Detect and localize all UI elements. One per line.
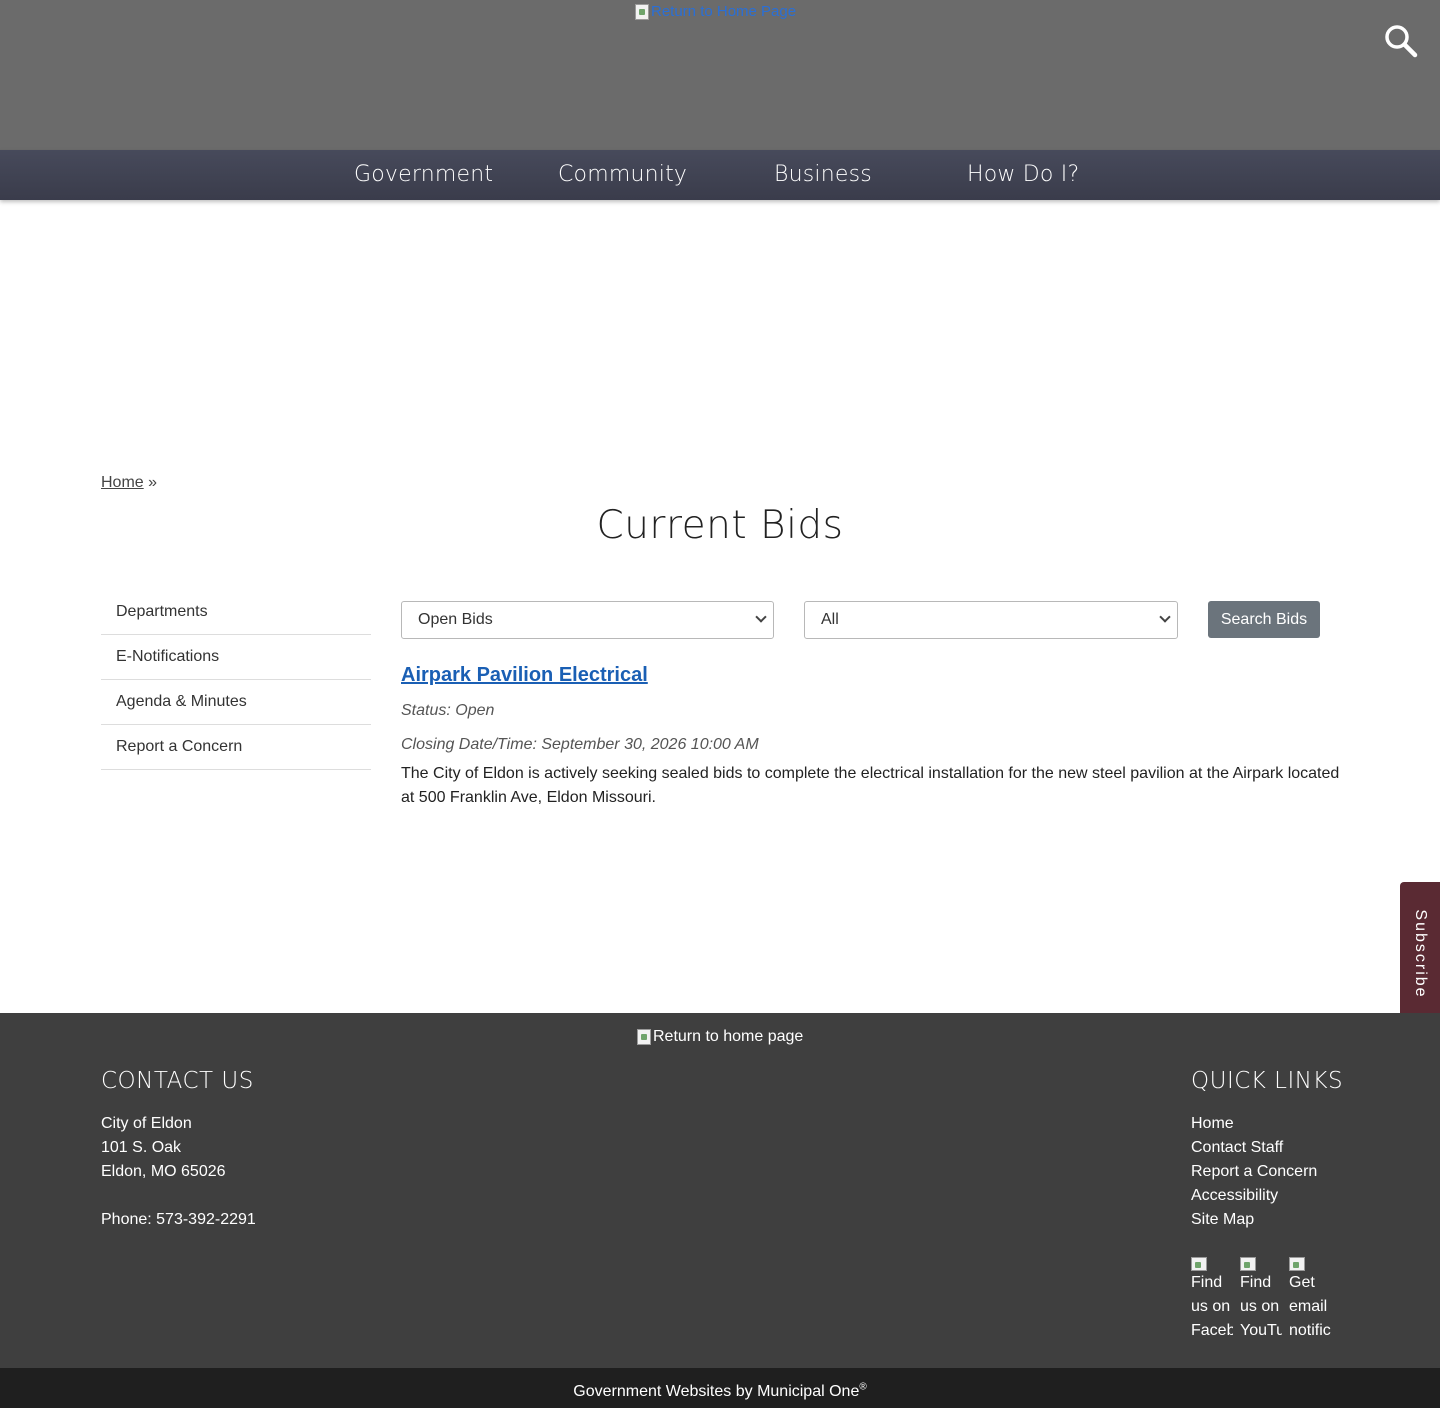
nav-item-community[interactable]: Community [558,150,687,200]
subscribe-label: Subscribe [1412,909,1429,999]
sidebar-item-departments[interactable]: Departments [101,590,371,635]
breadcrumb-home-link[interactable]: Home [101,474,144,491]
quick-link-home[interactable]: Home [1191,1112,1317,1136]
facebook-link[interactable]: Find us on Facebook [1191,1257,1233,1343]
nav-item-government[interactable]: Government [354,150,493,200]
footer-logo-link[interactable]: Return to home page [637,1028,803,1046]
broken-image-icon [1191,1257,1207,1271]
bid-category-select-value: All [821,611,839,628]
bid-title-link[interactable]: Airpark Pavilion Electrical [401,664,648,687]
search-bids-button[interactable]: Search Bids [1208,601,1320,638]
broken-image-icon [1289,1257,1305,1271]
facebook-alt-text: Find us on Facebook [1191,1274,1233,1339]
chevron-down-icon [755,611,767,623]
subscribe-tab[interactable]: Subscribe [1400,882,1440,1026]
quick-link-accessibility[interactable]: Accessibility [1191,1184,1317,1208]
header-logo-alt-text: Return to Home Page [651,3,797,20]
contact-city: Eldon, MO 65026 [101,1163,226,1180]
credit-text: Government Websites by Municipal One [573,1383,860,1401]
contact-heading: CONTACT US [101,1068,254,1094]
header-logo-link[interactable]: Return to Home Page [635,3,796,20]
chevron-down-icon [1159,611,1171,623]
breadcrumb: Home » [101,474,157,492]
site-footer: Return to home page CONTACT US City of E… [0,1013,1440,1368]
quick-link-contact-staff[interactable]: Contact Staff [1191,1136,1317,1160]
search-icon[interactable] [1382,22,1420,60]
bid-status-select[interactable]: Open Bids [401,601,774,639]
bid-closing-date: Closing Date/Time: September 30, 2026 10… [401,736,759,753]
page-title: Current Bids [596,503,844,548]
sidebar-item-e-notifications[interactable]: E-Notifications [101,635,371,680]
email-notification-link[interactable]: Get email notifications [1289,1257,1331,1343]
bid-description: The City of Eldon is actively seeking se… [401,765,1340,806]
quick-link-site-map[interactable]: Site Map [1191,1208,1317,1232]
broken-image-icon [1240,1257,1256,1271]
nav-item-business[interactable]: Business [774,150,872,200]
contact-name: City of Eldon [101,1115,192,1132]
quick-link-report-concern[interactable]: Report a Concern [1191,1160,1317,1184]
youtube-alt-text: Find us on YouTube [1240,1274,1282,1339]
site-header: Return to Home Page [0,0,1440,150]
footer-logo-alt-text: Return to home page [653,1028,804,1045]
breadcrumb-separator: » [148,474,158,491]
nav-item-how-do-i[interactable]: How Do I? [967,150,1079,200]
broken-image-icon [635,3,649,20]
contact-street: 101 S. Oak [101,1139,182,1156]
main-nav: Government Community Business How Do I? [0,150,1440,200]
contact-phone: Phone: 573-392-2291 [101,1211,256,1228]
quick-links: Home Contact Staff Report a Concern Acce… [1191,1112,1317,1232]
sidebar-item-agenda-minutes[interactable]: Agenda & Minutes [101,680,371,725]
sidebar-item-report-concern[interactable]: Report a Concern [101,725,371,770]
youtube-link[interactable]: Find us on YouTube [1240,1257,1282,1343]
bid-category-select[interactable]: All [804,601,1178,639]
bid-status-select-value: Open Bids [418,611,493,628]
bid-status: Status: Open [401,702,495,719]
credit-bar: Government Websites by Municipal One® [0,1368,1440,1408]
email-notification-alt-text: Get email notifications [1289,1274,1331,1339]
quick-links-heading: QUICK LINKS [1191,1068,1344,1094]
registered-mark: ® [859,1382,867,1393]
credit-link[interactable]: Government Websites by Municipal One® [573,1382,867,1401]
broken-image-icon [637,1029,651,1045]
sidebar-nav: Departments E-Notifications Agenda & Min… [101,590,371,770]
contact-info: City of Eldon 101 S. Oak Eldon, MO 65026… [101,1112,256,1232]
